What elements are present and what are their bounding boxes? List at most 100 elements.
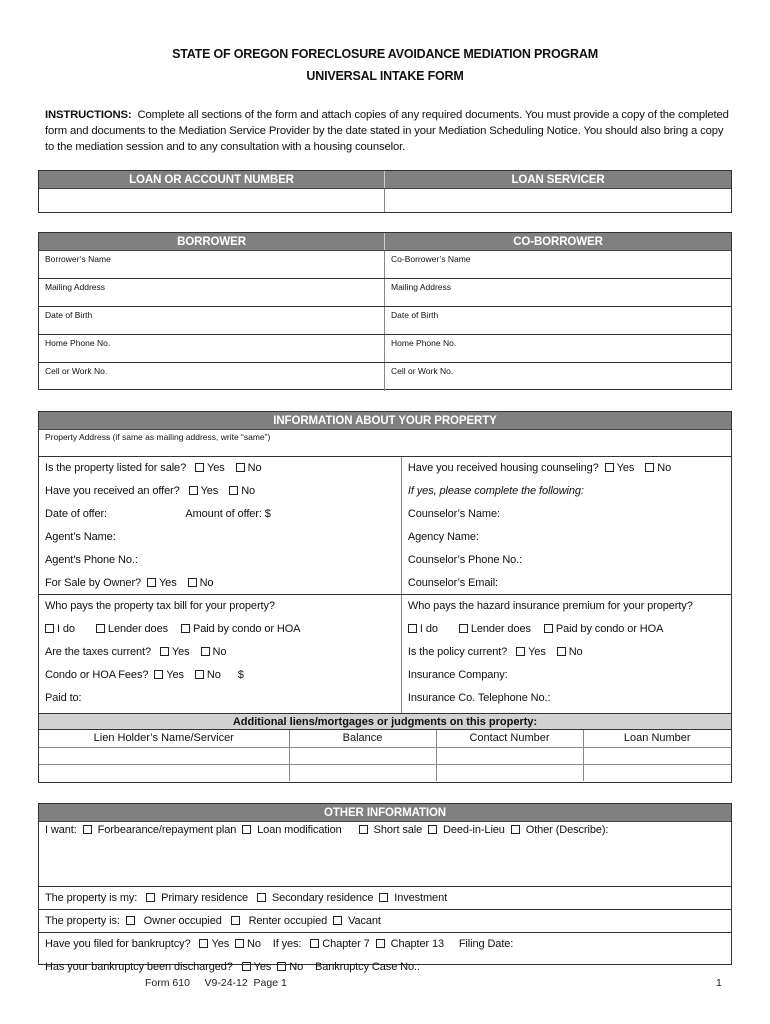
ins-lender-checkbox[interactable] — [458, 624, 468, 633]
lien-holder-cell[interactable] — [39, 764, 290, 781]
agency-name-field[interactable]: Agency Name: — [408, 526, 731, 549]
short-sale-checkbox[interactable] — [358, 825, 368, 834]
taxes-no-checkbox[interactable] — [200, 647, 210, 656]
fsbo-yes-checkbox[interactable] — [146, 578, 156, 587]
amount-of-offer-field[interactable]: Amount of offer: $ — [185, 508, 271, 520]
discharged-no-checkbox[interactable] — [277, 962, 287, 971]
coborrower-name-field[interactable]: Co-Borrower’s Name — [385, 251, 731, 278]
bankruptcy-yes-checkbox[interactable] — [199, 939, 209, 948]
counseling-yes-checkbox[interactable] — [604, 463, 614, 472]
loan-modification-checkbox[interactable] — [242, 825, 252, 834]
hoa-yes-checkbox[interactable] — [154, 670, 164, 679]
loan-servicer-field[interactable] — [385, 189, 731, 212]
other-describe-checkbox[interactable] — [510, 825, 520, 834]
checkbox-label: Yes — [616, 462, 635, 474]
primary-residence-checkbox[interactable] — [146, 893, 156, 902]
borrower-row: Mailing Address Mailing Address — [39, 279, 731, 307]
contact-number-cell[interactable] — [436, 764, 584, 781]
renter-occupied-checkbox[interactable] — [230, 916, 240, 925]
borrower-cell-phone-field[interactable]: Cell or Work No. — [39, 363, 385, 391]
investment-checkbox[interactable] — [379, 893, 389, 902]
borrower-name-field[interactable]: Borrower’s Name — [39, 251, 385, 278]
agent-phone-field[interactable]: Agent’s Phone No.: — [45, 549, 401, 572]
if-yes-label: If yes: — [272, 938, 302, 950]
liens-header: Additional liens/mortgages or judgments … — [39, 713, 731, 730]
borrower-address-field[interactable]: Mailing Address — [39, 279, 385, 306]
coborrower-address-field[interactable]: Mailing Address — [385, 279, 731, 306]
bankruptcy-no-checkbox[interactable] — [235, 939, 245, 948]
coborrower-home-phone-field[interactable]: Home Phone No. — [385, 335, 731, 362]
hoa-no-checkbox[interactable] — [194, 670, 204, 679]
checkbox-label: No — [247, 462, 262, 474]
ins-i-do-checkbox[interactable] — [407, 624, 417, 633]
tax-lender-checkbox[interactable] — [95, 624, 105, 633]
coborrower-cell-phone-field[interactable]: Cell or Work No. — [385, 363, 731, 391]
checkbox-label: Yes — [171, 646, 190, 658]
listed-for-sale-label: Is the property listed for sale? — [45, 462, 187, 474]
insurance-phone-field[interactable]: Insurance Co. Telephone No.: — [408, 687, 731, 710]
offer-no-checkbox[interactable] — [229, 486, 239, 495]
checkbox-label: Chapter 13 — [390, 938, 445, 950]
contact-number-cell[interactable] — [436, 747, 584, 765]
discharged-yes-checkbox[interactable] — [241, 962, 251, 971]
loan-account-field[interactable] — [39, 189, 385, 212]
form-subtitle: UNIVERSAL INTAKE FORM — [306, 69, 464, 83]
checkbox-label: Lender does — [470, 623, 531, 635]
checkbox-label: Renter occupied — [248, 915, 328, 927]
loan-number-cell[interactable] — [583, 764, 731, 781]
policy-current-label: Is the policy current? — [407, 646, 508, 658]
policy-no-checkbox[interactable] — [556, 647, 566, 656]
loan-section: LOAN OR ACCOUNT NUMBER LOAN SERVICER — [38, 170, 732, 213]
checkbox-label: Forbearance/repayment plan — [97, 824, 237, 836]
ins-hoa-checkbox[interactable] — [543, 624, 553, 633]
paid-to-field[interactable]: Paid to: — [45, 687, 401, 710]
secondary-residence-checkbox[interactable] — [256, 893, 266, 902]
deed-in-lieu-checkbox[interactable] — [428, 825, 438, 834]
lien-holder-cell[interactable] — [39, 747, 290, 765]
forbearance-checkbox[interactable] — [82, 825, 92, 834]
chapter7-checkbox[interactable] — [310, 939, 320, 948]
borrower-row: Cell or Work No. Cell or Work No. — [39, 363, 731, 391]
counselor-phone-field[interactable]: Counselor’s Phone No.: — [408, 549, 731, 572]
case-number-field[interactable]: Bankruptcy Case No.: — [315, 961, 420, 973]
loan-number-cell[interactable] — [583, 747, 731, 765]
date-of-offer-field[interactable]: Date of offer: — [45, 508, 107, 520]
form-title: STATE OF OREGON FORECLOSURE AVOIDANCE ME… — [172, 47, 598, 61]
footer-page-number: 1 — [716, 977, 722, 989]
other-info-header: OTHER INFORMATION — [39, 804, 731, 822]
filing-date-field[interactable]: Filing Date: — [459, 938, 514, 950]
checkbox-label: Vacant — [348, 915, 381, 927]
property-address-field[interactable]: Property Address (if same as mailing add… — [39, 430, 731, 457]
hoa-amount-field[interactable]: $ — [238, 669, 244, 681]
owner-occupied-checkbox[interactable] — [125, 916, 135, 925]
tax-hoa-checkbox[interactable] — [180, 624, 190, 633]
table-row — [39, 764, 731, 781]
policy-yes-checkbox[interactable] — [516, 647, 526, 656]
offer-yes-checkbox[interactable] — [188, 486, 198, 495]
fsbo-no-checkbox[interactable] — [187, 578, 197, 587]
vacant-checkbox[interactable] — [333, 916, 343, 925]
listed-no-checkbox[interactable] — [235, 463, 245, 472]
borrower-dob-field[interactable]: Date of Birth — [39, 307, 385, 334]
taxes-yes-checkbox[interactable] — [159, 647, 169, 656]
balance-cell[interactable] — [289, 764, 437, 781]
col-contact-number: Contact Number — [436, 730, 584, 748]
tax-i-do-checkbox[interactable] — [45, 624, 54, 633]
borrower-home-phone-field[interactable]: Home Phone No. — [39, 335, 385, 362]
insurance-question: Who pays the hazard insurance premium fo… — [407, 600, 693, 612]
instructions-text: Complete all sections of the form and at… — [45, 109, 729, 153]
counselor-name-field[interactable]: Counselor’s Name: — [408, 503, 731, 526]
counselor-email-field[interactable]: Counselor’s Email: — [408, 572, 731, 595]
balance-cell[interactable] — [289, 747, 437, 765]
checkbox-label: Yes — [166, 669, 184, 681]
chapter13-checkbox[interactable] — [375, 939, 385, 948]
coborrower-dob-field[interactable]: Date of Birth — [385, 307, 731, 334]
insurance-company-field[interactable]: Insurance Company: — [408, 664, 731, 687]
agent-name-field[interactable]: Agent’s Name: — [45, 526, 401, 549]
counseling-no-checkbox[interactable] — [645, 463, 655, 472]
borrower-row: Home Phone No. Home Phone No. — [39, 335, 731, 363]
listed-yes-checkbox[interactable] — [194, 463, 204, 472]
checkbox-label: Yes — [528, 646, 546, 658]
property-is-label: The property is: — [45, 915, 120, 927]
checkbox-label: No — [289, 961, 304, 973]
